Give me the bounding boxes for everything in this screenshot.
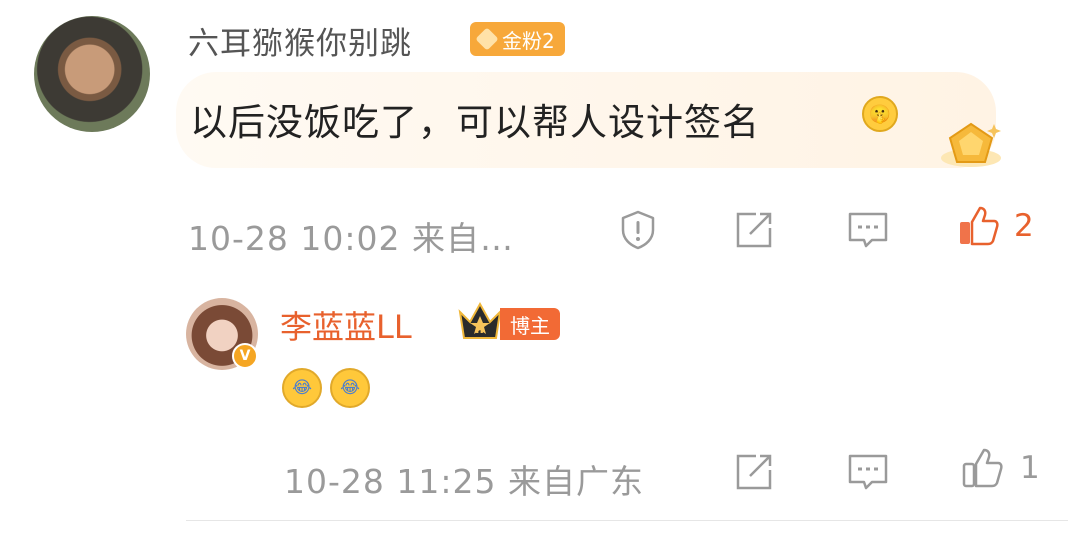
repost-icon[interactable] bbox=[732, 208, 776, 252]
like-button[interactable]: 2 bbox=[956, 204, 1034, 248]
like-count: 1 bbox=[1020, 450, 1040, 486]
gem-icon bbox=[475, 27, 499, 51]
shush-emoji-icon: 🤫 bbox=[862, 96, 898, 132]
gold-fan-sticker-icon bbox=[941, 122, 1001, 167]
crown-icon bbox=[458, 301, 502, 339]
reply-source: 来自广东 bbox=[507, 462, 644, 501]
comment-icon[interactable] bbox=[846, 208, 890, 252]
blogger-badge: 博主 bbox=[500, 308, 560, 340]
thumbs-up-icon bbox=[960, 206, 999, 246]
reply-time: 10-28 11:25 bbox=[284, 462, 497, 501]
thumbs-up-icon bbox=[962, 448, 1003, 488]
like-button[interactable]: 1 bbox=[960, 446, 1040, 490]
report-shield-icon[interactable] bbox=[616, 208, 660, 252]
comment-text: 以后没饭吃了，可以帮人设计签名 bbox=[190, 101, 760, 144]
crown-level: II bbox=[475, 322, 484, 336]
commenter-username[interactable]: 六耳猕猴你别跳 bbox=[188, 18, 412, 63]
repost-icon[interactable] bbox=[732, 450, 776, 494]
comment-source: 来自… bbox=[411, 219, 514, 258]
reply-meta: 10-28 11:25 来自广东 bbox=[284, 455, 644, 503]
verified-badge-icon: V bbox=[232, 343, 258, 369]
comment-icon[interactable] bbox=[846, 450, 890, 494]
like-count: 2 bbox=[1014, 208, 1034, 244]
commenter-avatar[interactable] bbox=[34, 16, 150, 132]
divider bbox=[186, 520, 1068, 521]
comment-meta: 10-28 10:02 来自… bbox=[188, 212, 514, 260]
fan-badge-label: 金粉2 bbox=[502, 28, 555, 53]
comment-time: 10-28 10:02 bbox=[188, 219, 401, 258]
laugh-cry-emoji-icon: 😂 bbox=[282, 368, 322, 408]
replier-username[interactable]: 李蓝蓝LL bbox=[280, 302, 412, 348]
laugh-cry-emoji-icon: 😂 bbox=[330, 368, 370, 408]
fan-badge: 金粉2 bbox=[470, 22, 565, 56]
